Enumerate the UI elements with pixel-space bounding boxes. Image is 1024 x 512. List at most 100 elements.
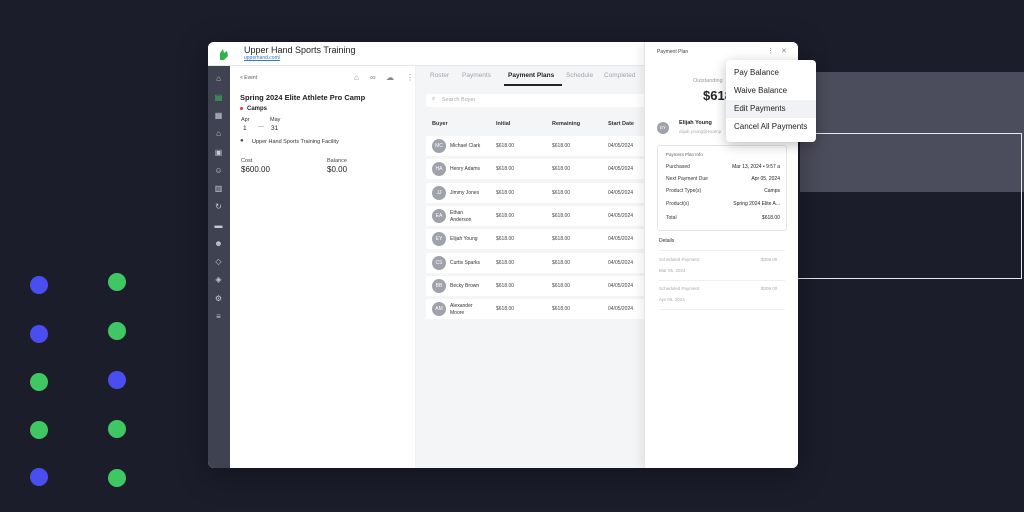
avatar: MC [432,139,446,153]
payment-actions-menu: Pay Balance Waive Balance Edit Payments … [726,60,816,142]
facility-name: Upper Hand Sports Training Facility [252,139,339,145]
decorative-dot [108,273,126,291]
initial-amount: $618.00 [496,189,515,196]
balance-label: Balance [327,158,347,164]
more-vertical-icon[interactable]: ⋮ [767,47,774,55]
staff-icon[interactable]: ☻ [214,239,223,248]
tab-completed[interactable]: Completed [604,72,635,79]
decorative-dot [30,421,48,439]
buyer-name[interactable]: Becky Brown [450,283,479,289]
table-row[interactable]: EA Ethan Anderson $618.00 $618.00 04/05/2024 [426,205,656,226]
table-row[interactable]: MC Michael Clark $618.00 $618.00 04/05/2024 [426,136,656,156]
start-date: 04/05/2024 [608,143,634,149]
payment-plans-main: Roster Payments Payment Plans Schedule C… [416,66,656,468]
store-icon[interactable]: ⌂ [214,129,223,138]
tab-payments[interactable]: Payments [462,72,491,79]
info-label: Product(s) [666,201,690,207]
events-icon[interactable]: ▤ [214,93,223,102]
scheduled-payment-date: Mar 05, 2024 [659,268,686,273]
location-pin-icon: ● [240,138,244,144]
initial-amount: $618.00 [496,166,515,173]
info-value: $618.00 [761,215,780,221]
back-to-event-link[interactable]: < Event [240,75,257,81]
app-url-link[interactable]: upperhand.com/ [244,55,280,61]
divider [659,250,785,251]
buyer-name[interactable]: Curtis Sparks [450,260,480,266]
dashboard-icon[interactable]: ⌂ [214,74,223,83]
avatar: JJ [432,185,446,200]
buyer-name[interactable]: Henry Adams [450,166,480,172]
sidebar: ⌂ ▤ ▦ ⌂ ▣ ☺ ▥ ↻ ▬ ☻ ◇ ◈ ⚙ ≡ [208,66,230,468]
divider [659,280,785,281]
scheduled-payment-amount: $309.00 [761,257,778,262]
scheduled-payment-label: Scheduled Payment [659,286,700,291]
sync-icon[interactable]: ↻ [214,202,223,211]
menu-item-waive-balance[interactable]: Waive Balance [726,82,816,100]
table-row[interactable]: CS Curtis Sparks $618.00 $618.00 04/05/2024 [426,252,656,273]
initial-amount: $618.00 [496,259,515,266]
start-date: 04/05/2024 [608,212,634,219]
info-title: Payment Plan Info [666,152,703,157]
tag-icon[interactable]: ◇ [214,257,223,266]
column-start-date[interactable]: Start Date [608,121,634,127]
link-icon[interactable]: ∞ [370,73,376,82]
customer-name[interactable]: Elijah Young [679,120,712,126]
buyer-name[interactable]: Jimmy Jones [450,190,479,196]
info-label: Product Type(s) [666,188,702,194]
buyer-name-line2[interactable]: Moore [450,310,464,316]
clients-icon[interactable]: ☺ [214,166,223,175]
table-row[interactable]: HA Henry Adams $618.00 $618.00 04/05/2024 [426,159,656,180]
cost-label: Cost [241,158,253,164]
balance-value: $0.00 [327,165,348,174]
home-icon[interactable]: ⌂ [354,73,359,82]
initial-amount: $618.00 [496,282,515,289]
inventory-icon[interactable]: ▥ [214,184,223,193]
buyer-name[interactable]: Ethan [450,210,463,216]
table-row[interactable]: JJ Jimmy Jones $618.00 $618.00 04/05/2024 [426,182,656,203]
menu-item-cancel-all-payments[interactable]: Cancel All Payments [726,118,816,136]
reports-icon[interactable]: ▣ [214,148,223,157]
coupons-icon[interactable]: ◈ [214,275,223,284]
info-label: Purchased [666,164,690,170]
active-tab-indicator [504,84,562,86]
avatar: EA [432,208,446,223]
search-placeholder: Search Buyer [442,97,476,103]
pos-icon[interactable]: ▬ [214,221,223,230]
buyer-name[interactable]: Michael Clark [450,143,480,149]
info-value: Spring 2024 Elite A... [733,201,780,207]
close-icon[interactable]: ✕ [781,47,787,55]
table-row[interactable]: AM Alexander Moore $618.00 $618.00 04/05/2024 [426,299,656,320]
avatar: CS [432,255,446,270]
decorative-dot [108,322,126,340]
buyer-name[interactable]: Alexander [450,303,473,309]
menu-item-pay-balance[interactable]: Pay Balance [726,64,816,82]
marketing-icon[interactable]: ≡ [214,312,223,321]
buyer-name[interactable]: Elijah Young [450,236,478,242]
avatar: EY [657,122,669,134]
table-row[interactable]: EY Elijah Young $618.00 $618.00 04/05/2024 [426,229,656,250]
menu-item-edit-payments[interactable]: Edit Payments [726,100,816,118]
cloud-icon[interactable]: ☁ [386,73,394,82]
tab-payment-plans[interactable]: Payment Plans [508,72,554,79]
outstanding-label: Outstanding [693,78,723,84]
decorative-dot [30,373,48,391]
column-buyer[interactable]: Buyer [432,121,448,127]
tab-schedule[interactable]: Schedule [566,72,593,79]
column-initial[interactable]: Initial [496,121,510,127]
table-row[interactable]: BB Becky Brown $618.00 $618.00 04/05/2024 [426,275,656,296]
gear-icon[interactable]: ⚙ [214,294,223,303]
customer-email: elijah.young@examp [679,129,722,134]
start-month: Apr [241,117,250,123]
buyer-name-line2[interactable]: Anderson [450,217,471,223]
tab-roster[interactable]: Roster [430,72,449,79]
start-date: 04/05/2024 [608,282,634,289]
more-vertical-icon[interactable]: ⋮ [406,73,414,82]
calendar-icon[interactable]: ▦ [214,111,223,120]
info-label: Next Payment Due [666,176,708,182]
avatar: HA [432,162,446,177]
info-value: Mar 13, 2024 • 9:57 a [732,164,780,170]
remaining-amount: $618.00 [552,189,571,196]
decorative-outline [780,133,1022,279]
column-remaining[interactable]: Remaining [552,121,580,127]
search-input[interactable]: ⌕ Search Buyer [426,94,656,107]
